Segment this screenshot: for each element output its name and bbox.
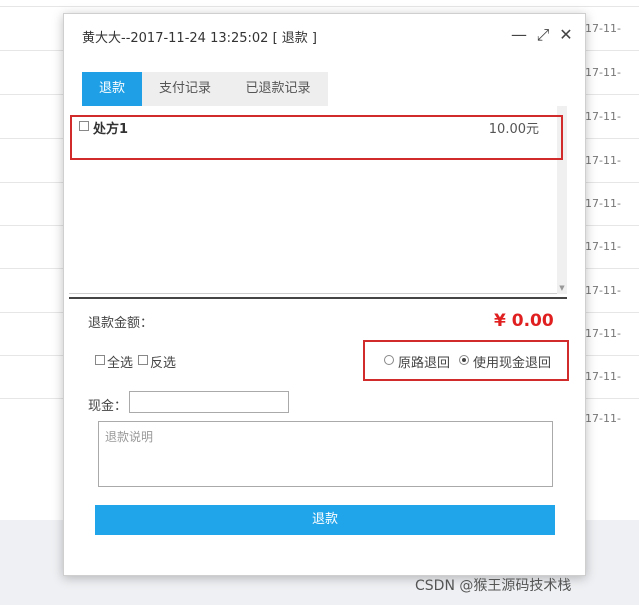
cash-label: 现金： <box>88 399 128 414</box>
background-row-date: 17-11- <box>585 284 621 297</box>
cash-input[interactable] <box>129 391 289 413</box>
section-divider <box>69 297 567 299</box>
background-row-date: 17-11- <box>585 154 621 167</box>
refund-amount-label: 退款金额： <box>88 316 154 331</box>
dialog-title: 黄大大--2017-11-24 13:25:02 [ 退款 ] <box>82 31 317 46</box>
background-row-date: 17-11- <box>585 110 621 123</box>
background-row-date: 17-11- <box>585 370 621 383</box>
background-row-date: 17-11- <box>585 197 621 210</box>
tab-refunded-records[interactable]: 已退款记录 <box>228 72 328 106</box>
background-row-divider <box>0 6 639 7</box>
radio-original-route[interactable] <box>384 355 394 365</box>
background-row-date: 17-11- <box>585 22 621 35</box>
maximize-icon[interactable]: ⤢ <box>533 24 553 46</box>
dialog-titlebar[interactable]: 黄大大--2017-11-24 13:25:02 [ 退款 ] — ⤢ ✕ <box>64 14 585 58</box>
dialog-tabs: 退款 支付记录 已退款记录 <box>82 72 328 106</box>
watermark-text: CSDN @猴王源码技术栈 <box>415 578 572 594</box>
refund-note-textarea[interactable]: 退款说明 <box>98 421 553 487</box>
tab-refund[interactable]: 退款 <box>82 72 142 106</box>
radio-original-route-label[interactable]: 原路退回 <box>398 352 450 371</box>
background-row-date: 17-11- <box>585 240 621 253</box>
invert-select-checkbox[interactable] <box>138 355 148 365</box>
select-all-label[interactable]: 全选 <box>107 352 133 371</box>
select-all-checkbox[interactable] <box>95 355 105 365</box>
refund-submit-button[interactable]: 退款 <box>95 505 555 535</box>
background-row-date: 17-11- <box>585 66 621 79</box>
refund-dialog: 黄大大--2017-11-24 13:25:02 [ 退款 ] — ⤢ ✕ 退款… <box>63 13 586 576</box>
tab-payment-records[interactable]: 支付记录 <box>142 72 228 106</box>
background-row-date: 17-11- <box>585 327 621 340</box>
background-row-date: 17-11- <box>585 412 621 425</box>
scroll-down-icon[interactable]: ▼ <box>557 284 567 292</box>
minimize-icon[interactable]: — <box>509 24 529 46</box>
close-icon[interactable]: ✕ <box>556 24 576 46</box>
radio-cash-refund[interactable] <box>459 355 469 365</box>
radio-cash-refund-label[interactable]: 使用现金退回 <box>473 352 551 371</box>
highlight-box-prescription <box>70 115 563 160</box>
invert-select-label[interactable]: 反选 <box>150 352 176 371</box>
refund-amount-value: ¥ 0.00 <box>494 311 554 331</box>
